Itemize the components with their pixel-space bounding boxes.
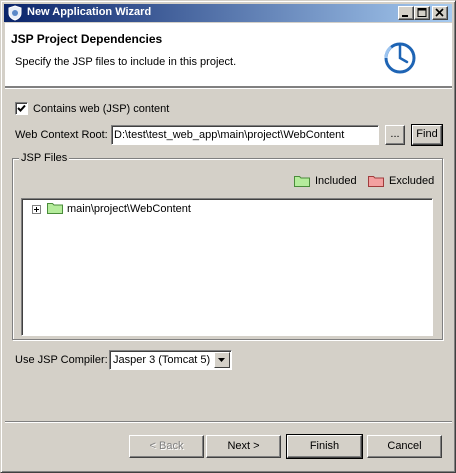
web-content-checkbox[interactable] bbox=[15, 102, 28, 115]
jsp-files-group-title: JSP Files bbox=[19, 152, 70, 164]
tree-item[interactable]: main\project\WebContent bbox=[22, 199, 322, 219]
find-button[interactable]: Find bbox=[411, 124, 443, 146]
chevron-down-icon bbox=[218, 358, 225, 362]
title-bar[interactable]: New Application Wizard bbox=[4, 4, 452, 22]
web-content-checkbox-label[interactable]: Contains web (JSP) content bbox=[33, 103, 169, 115]
minimize-icon bbox=[402, 15, 408, 17]
tree-item-label[interactable]: main\project\WebContent bbox=[67, 203, 191, 215]
legend-included-label: Included bbox=[315, 175, 357, 187]
context-root-label: Web Context Root: bbox=[15, 129, 108, 141]
next-button[interactable]: Next > bbox=[206, 435, 281, 458]
browse-button[interactable]: ... bbox=[385, 125, 405, 145]
app-shield-icon bbox=[7, 5, 23, 21]
folder-icon bbox=[47, 202, 63, 217]
footer-separator bbox=[5, 421, 452, 423]
expand-plus-icon[interactable] bbox=[32, 205, 41, 214]
close-icon bbox=[435, 8, 444, 17]
compiler-select[interactable]: Jasper 3 (Tomcat 5) bbox=[109, 350, 232, 370]
maximize-button[interactable] bbox=[414, 6, 430, 20]
included-folder-icon bbox=[294, 175, 310, 190]
back-button[interactable]: < Back bbox=[129, 435, 204, 458]
context-root-input[interactable]: D:\test\test_web_app\main\project\WebCon… bbox=[111, 125, 379, 145]
cancel-button[interactable]: Cancel bbox=[367, 435, 442, 458]
header-separator bbox=[5, 87, 452, 89]
checkmark-icon bbox=[17, 104, 26, 112]
window-title: New Application Wizard bbox=[27, 6, 152, 18]
wizard-header: JSP Project Dependencies Specify the JSP… bbox=[5, 23, 452, 87]
compiler-label: Use JSP Compiler: bbox=[15, 354, 108, 366]
page-title: JSP Project Dependencies bbox=[11, 32, 163, 46]
clock-logo-icon bbox=[382, 40, 418, 79]
dropdown-arrow-button[interactable] bbox=[214, 352, 230, 368]
excluded-folder-icon bbox=[368, 175, 384, 190]
maximize-icon bbox=[417, 8, 427, 17]
page-description: Specify the JSP files to include in this… bbox=[15, 56, 237, 68]
close-button[interactable] bbox=[432, 6, 448, 20]
finish-button[interactable]: Finish bbox=[286, 434, 363, 459]
wizard-window: New Application Wizard JSP Project Depen… bbox=[0, 0, 456, 473]
minimize-button[interactable] bbox=[398, 6, 414, 20]
jsp-files-tree[interactable]: main\project\WebContent bbox=[21, 198, 433, 336]
legend-excluded-label: Excluded bbox=[389, 175, 435, 187]
compiler-selected-value: Jasper 3 (Tomcat 5) bbox=[113, 354, 211, 366]
